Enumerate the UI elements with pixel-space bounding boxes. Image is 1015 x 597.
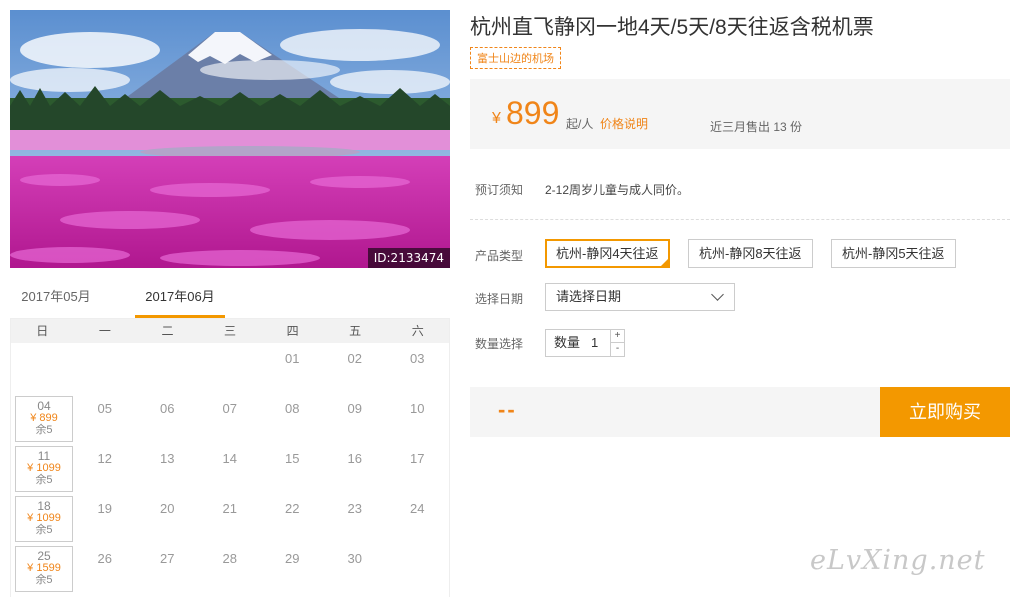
weekday-label: 二 [161, 324, 174, 338]
weekday-label: 日 [36, 324, 49, 338]
calendar-day: 20 [160, 501, 175, 516]
price-unit: 起/人 [566, 117, 594, 131]
photo-id-badge: ID:2133474 [367, 248, 450, 268]
calendar-day: 08 [285, 401, 300, 416]
price-amount: 899 [506, 95, 560, 131]
option-4-day[interactable]: 杭州-静冈4天往返 [545, 239, 670, 268]
day-price: ¥ 1099 [27, 462, 61, 474]
day-remaining: 余5 [35, 574, 53, 586]
notice-text: 2-12周岁儿童与成人同价。 [545, 183, 690, 197]
calendar-day: 07 [222, 401, 237, 416]
quantity-decrease-button[interactable]: - [610, 343, 624, 356]
calendar-day: 19 [97, 501, 112, 516]
day-number: 25 [37, 549, 51, 563]
calendar-day-available[interactable]: 18 ¥ 1099 余5 [11, 493, 74, 543]
day-price: ¥ 1099 [27, 512, 61, 524]
calendar-day-available[interactable]: 25 ¥ 1599 余5 [11, 543, 74, 593]
calendar-weekday-header: 日 一 二 三 四 五 六 [11, 319, 449, 343]
calendar-day-box: 25 ¥ 1599 余5 [15, 546, 73, 592]
buy-now-button[interactable]: 立即购买 [880, 387, 1010, 437]
divider [470, 219, 1010, 220]
sold-count: 近三月售出 13 份 [710, 120, 803, 134]
date-select-value: 请选择日期 [556, 289, 622, 304]
currency-symbol: ¥ [492, 110, 501, 127]
calendar-day: 02 [347, 351, 362, 366]
calendar-day: 13 [160, 451, 175, 466]
tab-month-june[interactable]: 2017年06月 [135, 282, 225, 318]
month-tabs: 2017年05月 2017年06月 [10, 282, 450, 318]
quantity-field-label: 数量 [554, 335, 581, 350]
calendar-day: 15 [285, 451, 300, 466]
calendar-day: 23 [347, 501, 362, 516]
day-number: 04 [37, 399, 51, 413]
date-select[interactable]: 请选择日期 [545, 283, 735, 311]
total-bar: -- [470, 387, 880, 437]
weekday-label: 一 [98, 324, 111, 338]
calendar-day-box: 18 ¥ 1099 余5 [15, 496, 73, 542]
day-number: 18 [37, 499, 51, 513]
calendar-day: 21 [222, 501, 237, 516]
date-calendar: 日 一 二 三 四 五 六 01 02 03 04 ¥ 899 余5 05 06 07 08 09 1… [10, 318, 450, 597]
price-panel: ¥ 899 起/人 价格说明 近三月售出 13 份 [470, 79, 1010, 149]
watermark: eLvXing.net [810, 545, 986, 576]
day-price: ¥ 1599 [27, 562, 61, 574]
calendar-day: 09 [347, 401, 362, 416]
calendar-day: 29 [285, 551, 300, 566]
calendar-week-row: 25 ¥ 1599 余5 26 27 28 29 30 [11, 543, 449, 593]
calendar-day: 27 [160, 551, 175, 566]
calendar-day-available[interactable]: 11 ¥ 1099 余5 [11, 443, 74, 493]
calendar-day: 22 [285, 501, 300, 516]
tab-month-may[interactable]: 2017年05月 [10, 282, 102, 318]
calendar-week-row: 04 ¥ 899 余5 05 06 07 08 09 10 [11, 393, 449, 443]
quantity-increase-button[interactable]: + [610, 330, 624, 343]
quantity-label: 数量选择 [475, 337, 524, 351]
calendar-day: 16 [347, 451, 362, 466]
total-price: -- [498, 397, 517, 422]
weekday-label: 三 [224, 324, 237, 338]
day-remaining: 余5 [35, 424, 53, 436]
day-remaining: 余5 [35, 524, 53, 536]
quantity-stepper: 数量 1 + - [545, 329, 625, 357]
price-note-link[interactable]: 价格说明 [600, 115, 648, 132]
calendar-week-row: 01 02 03 [11, 343, 449, 393]
calendar-day: 17 [410, 451, 425, 466]
product-tag: 富士山边的机场 [470, 47, 561, 69]
weekday-label: 五 [349, 324, 362, 338]
calendar-day-box: 11 ¥ 1099 余5 [15, 446, 73, 492]
day-remaining: 余5 [35, 474, 53, 486]
product-photo: ID:2133474 [10, 10, 450, 268]
calendar-day: 06 [160, 401, 175, 416]
calendar-day: 01 [285, 351, 300, 366]
notice-label: 预订须知 [475, 183, 524, 197]
calendar-day-available[interactable]: 04 ¥ 899 余5 [11, 393, 74, 443]
day-price: ¥ 899 [30, 412, 58, 424]
date-label: 选择日期 [475, 292, 524, 306]
quantity-input[interactable]: 1 [591, 330, 598, 356]
product-type-label: 产品类型 [475, 249, 524, 263]
calendar-week-row: 18 ¥ 1099 余5 19 20 21 22 23 24 [11, 493, 449, 543]
calendar-day: 14 [222, 451, 237, 466]
calendar-day: 30 [347, 551, 362, 566]
calendar-day: 24 [410, 501, 425, 516]
calendar-day: 03 [410, 351, 425, 366]
chevron-down-icon [711, 288, 724, 301]
weekday-label: 六 [411, 324, 424, 338]
calendar-day: 12 [97, 451, 112, 466]
calendar-week-row: 11 ¥ 1099 余5 12 13 14 15 16 17 [11, 443, 449, 493]
calendar-day: 26 [97, 551, 112, 566]
day-number: 11 [37, 449, 51, 463]
option-8-day[interactable]: 杭州-静冈8天往返 [688, 239, 813, 268]
option-5-day[interactable]: 杭州-静冈5天往返 [831, 239, 956, 268]
calendar-day-box: 04 ¥ 899 余5 [15, 396, 73, 442]
calendar-day: 10 [410, 401, 425, 416]
calendar-day: 28 [222, 551, 237, 566]
weekday-label: 四 [286, 324, 299, 338]
product-title: 杭州直飞静冈一地4天/5天/8天往返含税机票 [470, 16, 874, 39]
calendar-day: 05 [97, 401, 112, 416]
